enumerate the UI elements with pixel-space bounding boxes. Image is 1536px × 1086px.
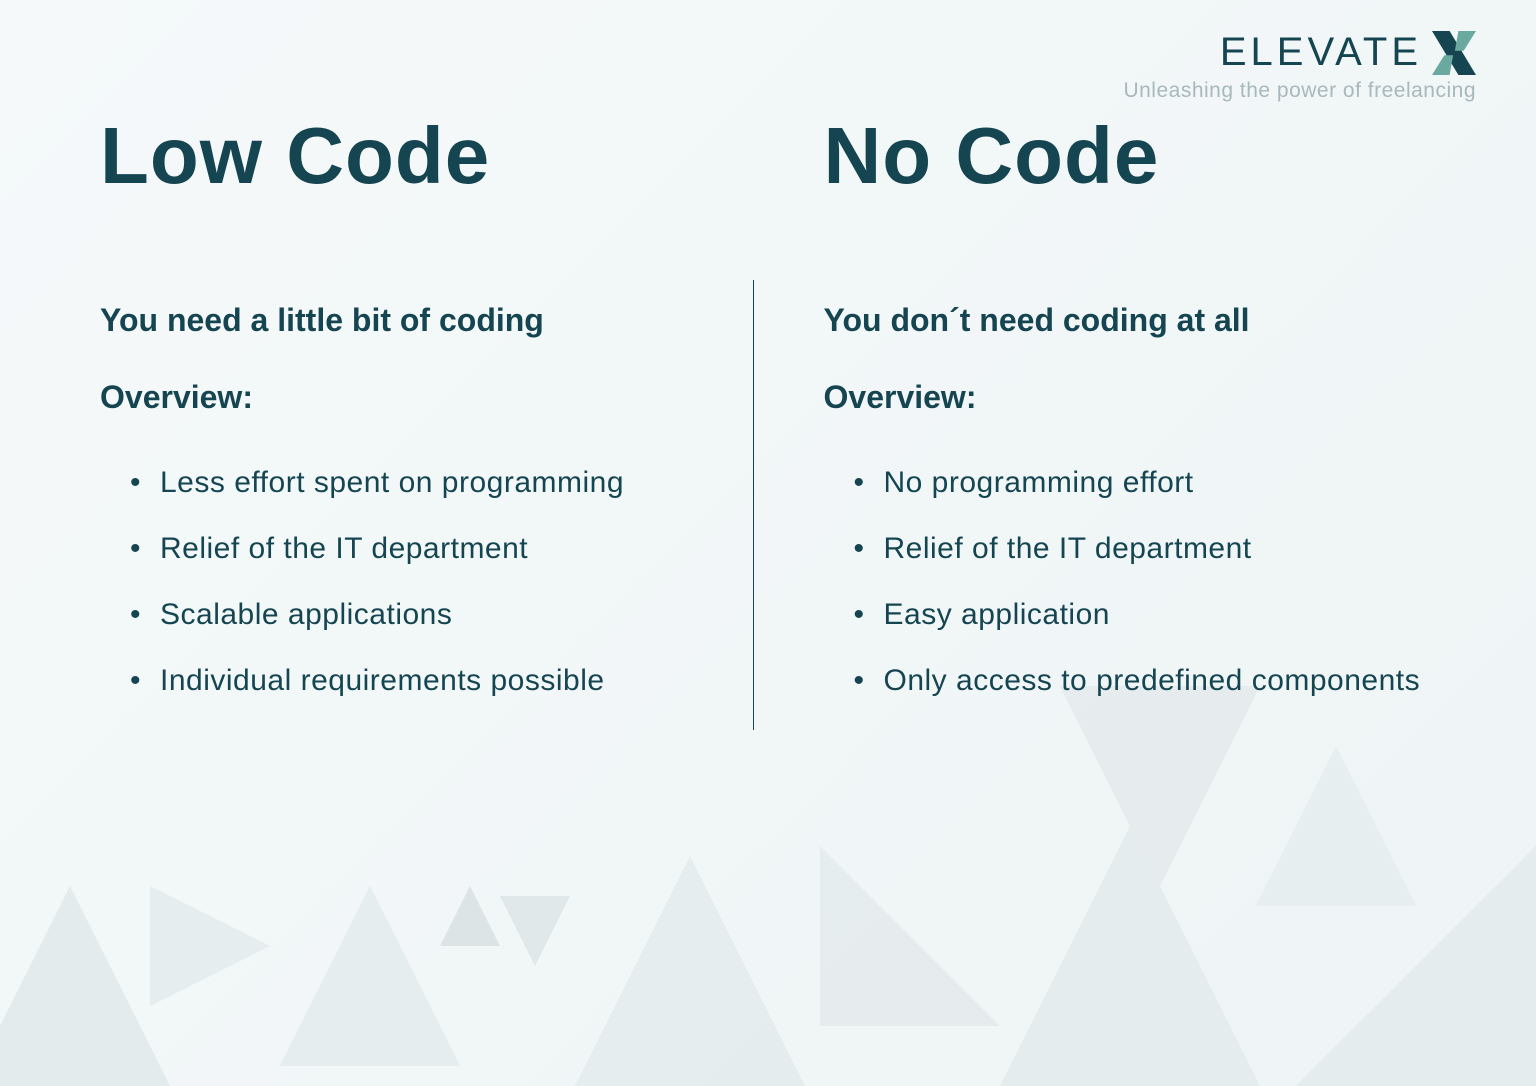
no-code-points: No programming effort Relief of the IT d… [824, 466, 1437, 698]
no-code-subtitle: You don´t need coding at all [824, 302, 1437, 339]
list-item: Less effort spent on programming [130, 466, 713, 500]
brand-header: ELEVATE Unleashing the power of freelanc… [1123, 30, 1476, 103]
low-code-overview-label: Overview: [100, 379, 713, 416]
brand-tagline: Unleashing the power of freelancing [1123, 79, 1476, 103]
comparison-content: Low Code You need a little bit of coding… [100, 110, 1436, 730]
brand-x-icon [1432, 31, 1476, 75]
list-item: Easy application [854, 598, 1437, 632]
no-code-title: No Code [824, 110, 1437, 202]
low-code-column: Low Code You need a little bit of coding… [100, 110, 753, 730]
list-item: Scalable applications [130, 598, 713, 632]
list-item: Only access to predefined components [854, 664, 1437, 698]
low-code-subtitle: You need a little bit of coding [100, 302, 713, 339]
no-code-overview-label: Overview: [824, 379, 1437, 416]
list-item: Individual requirements possible [130, 664, 713, 698]
brand-name: ELEVATE [1220, 30, 1422, 75]
low-code-title: Low Code [100, 110, 713, 202]
low-code-points: Less effort spent on programming Relief … [100, 466, 713, 698]
list-item: Relief of the IT department [854, 532, 1437, 566]
list-item: Relief of the IT department [130, 532, 713, 566]
list-item: No programming effort [854, 466, 1437, 500]
no-code-column: No Code You don´t need coding at all Ove… [754, 110, 1437, 730]
brand-logo: ELEVATE [1123, 30, 1476, 75]
